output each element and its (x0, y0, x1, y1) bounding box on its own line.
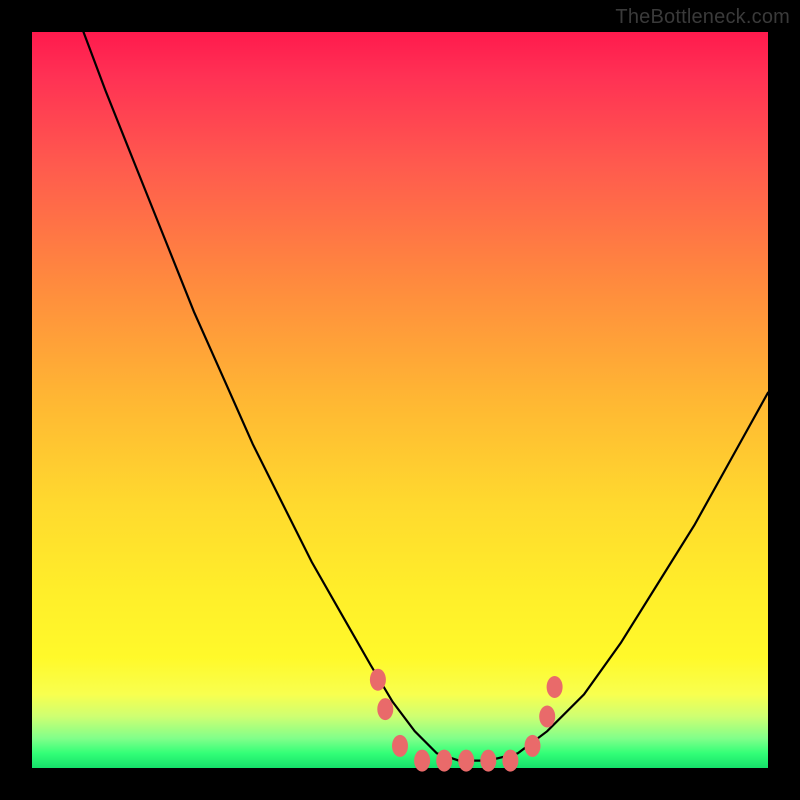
curve-marker (502, 750, 518, 772)
curve-marker (392, 735, 408, 757)
watermark-text: TheBottleneck.com (615, 6, 790, 29)
plot-area (32, 32, 768, 768)
curve-marker (525, 735, 541, 757)
curve-marker (377, 698, 393, 720)
curve-marker (539, 706, 555, 728)
curve-marker (547, 676, 563, 698)
bottleneck-curve (84, 32, 769, 761)
curve-markers (370, 669, 563, 772)
bottleneck-curve-svg (32, 32, 768, 768)
curve-marker (480, 750, 496, 772)
curve-marker (414, 750, 430, 772)
curve-marker (370, 669, 386, 691)
curve-marker (458, 750, 474, 772)
curve-marker (436, 750, 452, 772)
chart-frame: TheBottleneck.com (0, 0, 800, 800)
